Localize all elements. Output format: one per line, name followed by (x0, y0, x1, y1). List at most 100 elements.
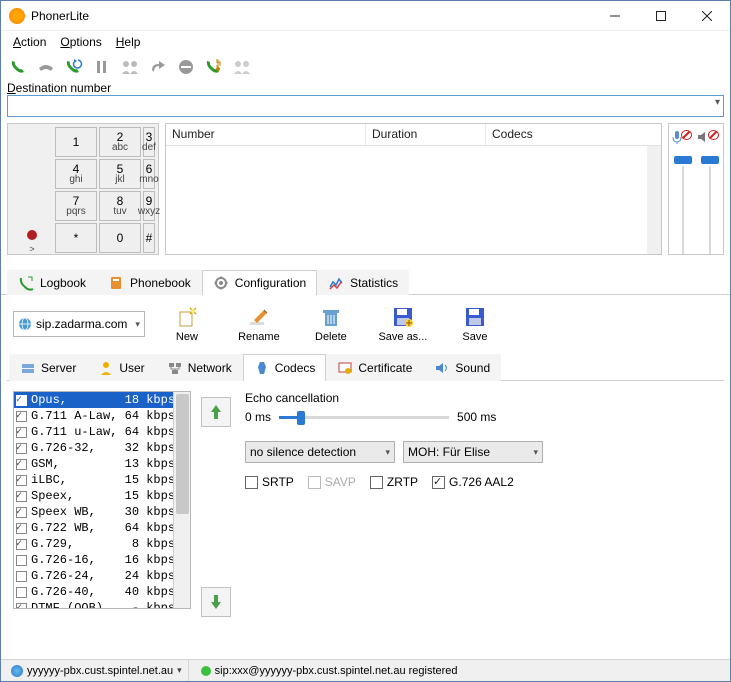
srtp-checkbox[interactable]: SRTP (245, 475, 294, 489)
profile-new-button[interactable]: New (157, 305, 217, 343)
close-button[interactable] (684, 1, 730, 31)
codec-row[interactable]: Speex WB, 30 kbps (14, 504, 190, 520)
mic-mute-icon[interactable] (669, 124, 696, 150)
menu-help[interactable]: Help (110, 33, 147, 51)
codec-checkbox[interactable] (16, 427, 27, 438)
keypad-expand-button[interactable]: > (29, 244, 34, 254)
codec-checkbox[interactable] (16, 459, 27, 470)
contacts-icon[interactable] (231, 56, 253, 78)
titlebar: PhonerLite (1, 1, 730, 31)
key-2[interactable]: 2abc (99, 127, 141, 157)
speaker-volume-slider[interactable] (696, 150, 723, 254)
menu-options[interactable]: Options (54, 33, 107, 51)
moh-dropdown[interactable]: MOH: Für Elise▾ (403, 441, 543, 463)
zrtp-checkbox[interactable]: ZRTP (370, 475, 418, 489)
key-8[interactable]: 8tuv (99, 191, 141, 221)
codec-row[interactable]: DTMF (OOB), - kbps (14, 600, 190, 609)
dnd-icon[interactable] (175, 56, 197, 78)
record-indicator-icon (27, 230, 37, 240)
col-number[interactable]: Number (166, 124, 366, 145)
echo-slider[interactable] (279, 407, 449, 427)
move-down-button[interactable] (201, 587, 231, 617)
call-list-body[interactable] (166, 146, 661, 254)
codec-row[interactable]: Speex, 15 kbps (14, 488, 190, 504)
transfer-icon[interactable] (147, 56, 169, 78)
hold-icon[interactable] (91, 56, 113, 78)
codec-checkbox[interactable] (16, 475, 27, 486)
codec-row[interactable]: G.711 u-Law, 64 kbps (14, 424, 190, 440)
subtab-server[interactable]: Server (9, 354, 87, 381)
codec-row[interactable]: G.726-24, 24 kbps (14, 568, 190, 584)
destination-label: Destination number (1, 81, 730, 95)
codec-checkbox[interactable] (16, 539, 27, 550)
key-3[interactable]: 3def (143, 127, 155, 157)
subtab-codecs[interactable]: Codecs (243, 354, 327, 381)
codec-row[interactable]: iLBC, 15 kbps (14, 472, 190, 488)
codec-row[interactable]: GSM, 13 kbps (14, 456, 190, 472)
hangup-icon[interactable] (35, 56, 57, 78)
tab-phonebook[interactable]: Phonebook (97, 270, 202, 295)
tab-configuration[interactable]: Configuration (202, 270, 317, 295)
codec-checkbox[interactable] (16, 443, 27, 454)
codec-row[interactable]: G.726-40, 40 kbps (14, 584, 190, 600)
savp-checkbox: SAVP (308, 475, 356, 489)
codec-row[interactable]: G.726-16, 16 kbps (14, 552, 190, 568)
menu-action[interactable]: Action (7, 33, 52, 51)
conference-icon[interactable] (119, 56, 141, 78)
keypad: 12abc3def >4ghi5jkl6mno 7pqrs8tuv9wxyz *0# (7, 123, 159, 255)
key-#[interactable]: # (143, 223, 155, 253)
profile-delete-button[interactable]: Delete (301, 305, 361, 343)
subtab-certificate[interactable]: Certificate (326, 354, 423, 381)
codec-row[interactable]: G.711 A-Law, 64 kbps (14, 408, 190, 424)
key-9[interactable]: 9wxyz (143, 191, 155, 221)
key-4[interactable]: 4ghi (55, 159, 97, 189)
dial-icon[interactable] (7, 56, 29, 78)
col-codecs[interactable]: Codecs (486, 124, 661, 145)
key-7[interactable]: 7pqrs (55, 191, 97, 221)
silence-detection-dropdown[interactable]: no silence detection▾ (245, 441, 395, 463)
speaker-mute-icon[interactable] (696, 124, 723, 150)
destination-dropdown-button[interactable]: ▾ (715, 97, 720, 108)
codec-checkbox[interactable] (16, 507, 27, 518)
redial-icon[interactable] (63, 56, 85, 78)
key-5[interactable]: 5jkl (99, 159, 141, 189)
key-6[interactable]: 6mno (143, 159, 155, 189)
subtab-user[interactable]: User (87, 354, 155, 381)
maximize-button[interactable] (638, 1, 684, 31)
codec-row[interactable]: G.722 WB, 64 kbps (14, 520, 190, 536)
codec-checkbox[interactable] (16, 411, 27, 422)
codec-checkbox[interactable] (16, 523, 27, 534)
codec-checkbox[interactable] (16, 571, 27, 582)
codec-scrollbar[interactable] (173, 392, 190, 608)
profile-dropdown[interactable]: sip.zadarma.com ▾ (13, 311, 145, 337)
codec-row[interactable]: G.729, 8 kbps (14, 536, 190, 552)
codec-checkbox[interactable] (16, 491, 27, 502)
status-server[interactable]: yyyyyy-pbx.cust.spintel.net.au▾ (5, 660, 189, 681)
key-0[interactable]: 0 (99, 223, 141, 253)
destination-input[interactable] (7, 95, 724, 117)
key-1[interactable]: 1 (55, 127, 97, 157)
tab-logbook[interactable]: Logbook (7, 270, 97, 295)
codec-checkbox[interactable] (16, 555, 27, 566)
subtab-network[interactable]: Network (156, 354, 243, 381)
profile-save-button[interactable]: Save (445, 305, 505, 343)
move-up-button[interactable] (201, 397, 231, 427)
key-*[interactable]: * (55, 223, 97, 253)
codec-row[interactable]: G.726-32, 32 kbps (14, 440, 190, 456)
codec-checkbox[interactable] (16, 395, 27, 406)
codec-checkbox[interactable] (16, 603, 27, 610)
subtab-sound[interactable]: Sound (423, 354, 501, 381)
echo-min: 0 ms (245, 410, 271, 424)
profile-saveas-button[interactable]: Save as... (373, 305, 433, 343)
config-subtabs: Server User Network Codecs Certificate S… (7, 353, 724, 381)
profile-rename-button[interactable]: Rename (229, 305, 289, 343)
minimize-button[interactable] (592, 1, 638, 31)
g726aal2-checkbox[interactable]: G.726 AAL2 (432, 475, 514, 489)
codec-list[interactable]: Opus, 18 kbpsG.711 A-Law, 64 kbpsG.711 u… (13, 391, 191, 609)
codec-checkbox[interactable] (16, 587, 27, 598)
codec-row[interactable]: Opus, 18 kbps (14, 392, 190, 408)
mic-volume-slider[interactable] (669, 150, 696, 254)
autoanswer-icon[interactable] (203, 56, 225, 78)
tab-statistics[interactable]: Statistics (317, 270, 409, 295)
col-duration[interactable]: Duration (366, 124, 486, 145)
